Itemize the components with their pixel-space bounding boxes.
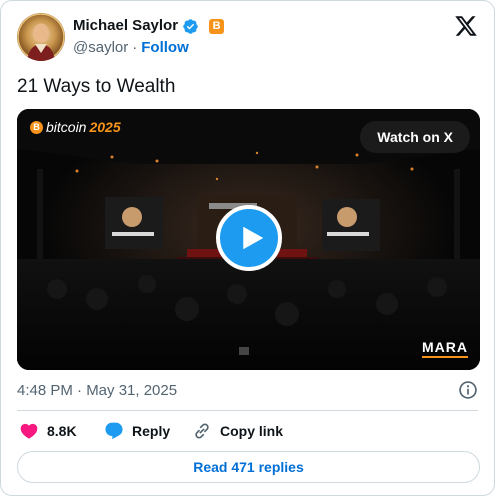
divider [17,410,478,411]
event-logo: B bitcoin 2025 [30,119,121,135]
author-handle-row: @saylor · Follow [73,38,189,58]
avatar-portrait-icon [17,13,65,61]
video-media[interactable]: B bitcoin 2025 Watch on X MARA [17,109,480,370]
link-icon [195,423,209,439]
bitcoin-badge-icon[interactable]: B [209,18,225,34]
copy-link-label: Copy link [220,423,284,439]
like-count: 8.8K [47,423,77,439]
author-name[interactable]: Michael Saylor [73,16,178,36]
reply-button[interactable]: Reply [104,419,170,443]
author-handle[interactable]: @saylor [73,39,128,56]
like-button[interactable]: 8.8K [19,419,77,443]
separator-dot: · [132,39,138,56]
heart-icon [20,423,38,439]
follow-button[interactable]: Follow [141,39,189,56]
play-icon [242,226,263,250]
watch-on-x-button[interactable]: Watch on X [360,121,470,153]
speech-bubble-icon [105,422,123,440]
tweet-embed-card: Michael Saylor B @saylor · Follow 21 Ways … [0,0,495,496]
sponsor-watermark: MARA [422,339,468,358]
reply-label: Reply [132,423,171,439]
author-name-row: Michael Saylor B [73,16,225,36]
copy-link-button[interactable]: Copy link [192,419,283,443]
play-button[interactable] [216,205,282,271]
event-logo-year: 2025 [89,119,121,135]
x-logo-icon[interactable] [454,14,478,38]
info-icon[interactable] [458,380,478,400]
event-logo-prefix: bitcoin [46,119,87,135]
read-replies-button[interactable]: Read 471 replies [17,451,480,483]
tweet-text: 21 Ways to Wealth [17,76,176,97]
bitcoin-coin-icon: B [30,120,43,134]
author-avatar[interactable] [17,13,65,61]
tweet-timestamp[interactable]: 4:48 PM · May 31, 2025 [17,381,177,401]
verified-badge-icon [183,18,198,34]
